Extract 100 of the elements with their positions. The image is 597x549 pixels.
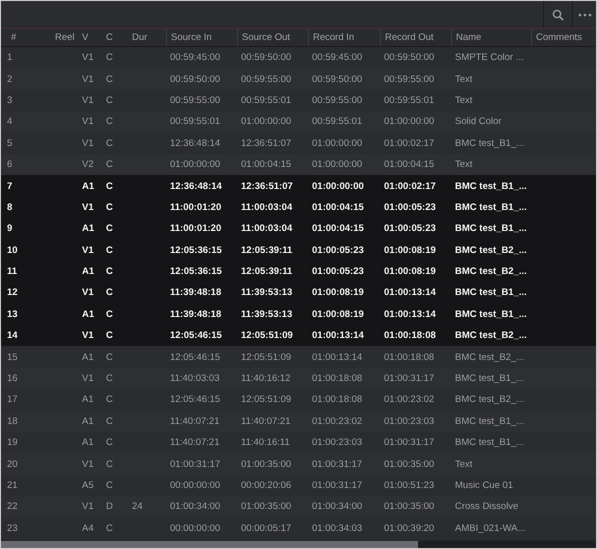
table-cell-text: BMC test_B1_... (454, 437, 526, 448)
table-cell-text: C (105, 244, 114, 256)
table-cell-text: 01:00:00:00 (311, 180, 365, 192)
table-row[interactable]: 12 V1 C 11:39:48:18 11:39:53:13 01:00:08:19 01:00:13:14 BMC test_B1_... (1, 282, 596, 304)
column-header[interactable]: Record Out (380, 29, 451, 46)
table-cell-text: 01:00:05:23 (383, 202, 437, 213)
table-cell-text: BMC test_B2_... (454, 330, 528, 342)
table-cell-text: C (105, 458, 114, 470)
table-cell-text: 12 (7, 287, 19, 298)
table-cell-text: Solid Color (454, 116, 502, 128)
table-cell-text: Text (454, 159, 474, 170)
scrollbar-thumb[interactable] (1, 541, 418, 548)
table-cell-text: V1 (81, 74, 95, 85)
table-cell-text: 01:00:00:00 (311, 138, 364, 149)
table-cell-text: 12:05:51:09 (240, 394, 292, 406)
table-cell-text: 01:00:35:00 (383, 501, 436, 512)
table-cell-text: 22 (7, 501, 19, 512)
table-cell-text: 1 (7, 52, 14, 64)
column-header[interactable]: Source In (166, 29, 237, 46)
column-header[interactable]: Dur (128, 29, 166, 46)
table-row[interactable]: 7 A1 C 12:36:48:14 12:36:51:07 01:00:00:00 01:00:02:17 BMC test_B1_... (1, 175, 596, 197)
table-cell-text: 12:36:51:07 (240, 138, 292, 149)
table-cell-text: 01:00:08:19 (383, 244, 437, 256)
table-cell-text: C (105, 352, 114, 363)
table-cell-text: 12:05:39:11 (240, 244, 294, 256)
table-cell-text: 00:59:45:00 (169, 52, 222, 64)
column-header[interactable]: C (102, 29, 128, 46)
table-row[interactable]: 14 V1 C 12:05:46:15 12:05:51:09 01:00:13:14 01:00:18:08 BMC test_B2_... (1, 325, 596, 346)
table-row[interactable]: 13 A1 C 11:39:48:18 11:39:53:13 01:00:08:19 01:00:13:14 BMC test_B1_... (1, 304, 596, 326)
table-row[interactable]: 18 A1 C 11:40:07:21 11:40:07:21 01:00:23:02 01:00:23:03 BMC test_B1_... (1, 410, 596, 432)
column-header[interactable]: # (7, 29, 51, 46)
table-cell-text: 00:59:55:00 (311, 94, 364, 106)
table-row[interactable]: 11 A1 C 12:05:36:15 12:05:39:11 01:00:05:23 01:00:08:19 BMC test_B2_... (1, 260, 596, 282)
column-header[interactable]: Record In (308, 29, 380, 46)
table-cell-text: 00:59:55:00 (240, 74, 292, 85)
table-cell-text: 01:00:00:00 (383, 116, 436, 128)
table-cell-text: BMC test_B1_... (454, 223, 528, 234)
table-row[interactable]: 10 V1 C 12:05:36:15 12:05:39:11 01:00:05:23 01:00:08:19 BMC test_B2_... (1, 240, 596, 261)
table-cell-text: A4 (81, 522, 95, 534)
table-cell-text: V1 (81, 202, 95, 213)
table-cell-text: A1 (81, 394, 95, 406)
table-cell-text: 01:00:08:19 (383, 266, 437, 278)
table-row[interactable]: 6 V2 C 01:00:00:00 01:00:04:15 01:00:00:00 01:00:04:15 Text (1, 154, 596, 176)
table-cell-text: 12:36:48:14 (169, 180, 223, 192)
table-cell-text: BMC test_B2_... (454, 394, 526, 406)
column-header[interactable]: Reel (51, 29, 78, 46)
table-cell-text: 01:00:13:14 (383, 308, 437, 320)
column-header[interactable]: Comments (531, 29, 596, 46)
table-cell-text: C (105, 522, 114, 534)
table-cell-text: 00:59:45:00 (311, 52, 364, 64)
table-cell-text: 00:59:55:01 (169, 116, 222, 128)
table-cell-text: 23 (7, 522, 19, 534)
table-cell-text: 01:00:04:15 (240, 159, 292, 170)
table-cell-text: 5 (7, 138, 14, 149)
table-cell-text: 00:59:55:00 (169, 94, 222, 106)
column-header[interactable]: Source Out (237, 29, 308, 46)
table-cell-text: 00:59:50:00 (383, 52, 436, 64)
table-cell-text: BMC test_B2_... (454, 244, 528, 256)
table-row[interactable]: 22 V1 D 24 01:00:34:00 01:00:35:00 01:00:34:00 01:00:35:00 Cross Dissolve (1, 496, 596, 518)
table-cell-text: A1 (81, 437, 95, 448)
table-cell-text: V1 (81, 244, 95, 256)
table-row[interactable]: 2 V1 C 00:59:50:00 00:59:55:00 00:59:50:00 00:59:55:00 Text (1, 68, 596, 90)
table-cell-text: C (105, 52, 114, 64)
table-row[interactable]: 20 V1 C 01:00:31:17 01:00:35:00 01:00:31:17 01:00:35:00 Text (1, 453, 596, 475)
table-cell-text: V1 (81, 458, 95, 470)
table-cell-text: BMC test_B1_... (454, 202, 528, 213)
table-cell-text: 01:00:13:14 (383, 287, 437, 298)
table-cell-text: 6 (7, 159, 14, 170)
table-cell-text: C (105, 202, 114, 213)
table-cell-text: 9 (7, 223, 14, 234)
table-cell-text: Cross Dissolve (454, 501, 520, 512)
table-cell-text: 01:00:18:08 (311, 394, 364, 406)
table-cell-text: Text (454, 94, 474, 106)
more-icon (578, 12, 592, 16)
table-cell-text: 00:00:00:00 (169, 480, 222, 491)
table-cell-text: 11:39:53:13 (240, 308, 294, 320)
table-cell-text: Music Cue 01 (454, 480, 514, 491)
table-cell-text: C (105, 287, 114, 298)
table-cell-text: 01:00:08:19 (311, 287, 365, 298)
table-cell-text: 00:59:50:00 (169, 74, 222, 85)
table-row[interactable]: 8 V1 C 11:00:01:20 11:00:03:04 01:00:04:15 01:00:05:23 BMC test_B1_... (1, 196, 596, 218)
table-cell-text: 18 (7, 416, 19, 427)
table-cell-text: 12:05:36:15 (169, 266, 223, 278)
table-row[interactable]: 16 V1 C 11:40:03:03 11:40:16:12 01:00:18:08 01:00:31:17 BMC test_B1_... (1, 368, 596, 390)
table-cell-text: 01:00:04:15 (311, 202, 365, 213)
table-cell-text: 11:40:07:21 (240, 416, 292, 427)
table-row[interactable]: 4 V1 C 00:59:55:01 01:00:00:00 00:59:55:01 01:00:00:00 Solid Color (1, 111, 596, 133)
table-cell-text: 11:40:16:11 (240, 437, 291, 448)
table-cell-text: 01:00:04:15 (311, 223, 365, 234)
table-row[interactable]: 9 A1 C 11:00:01:20 11:00:03:04 01:00:04:15 01:00:05:23 BMC test_B1_... (1, 218, 596, 240)
table-cell-text: 01:00:23:03 (383, 416, 436, 427)
search-icon (552, 8, 564, 20)
table-cell-text: 01:00:34:03 (311, 522, 364, 534)
table-cell-text: 01:00:31:17 (169, 458, 222, 470)
column-header[interactable]: Name (451, 29, 531, 46)
table-cell-text: A1 (81, 223, 96, 234)
table-cell-text: 01:00:05:23 (383, 223, 437, 234)
table-cell-text: V1 (81, 52, 95, 64)
table-cell-text: 01:00:13:14 (311, 352, 364, 363)
column-header[interactable]: V (78, 29, 102, 46)
